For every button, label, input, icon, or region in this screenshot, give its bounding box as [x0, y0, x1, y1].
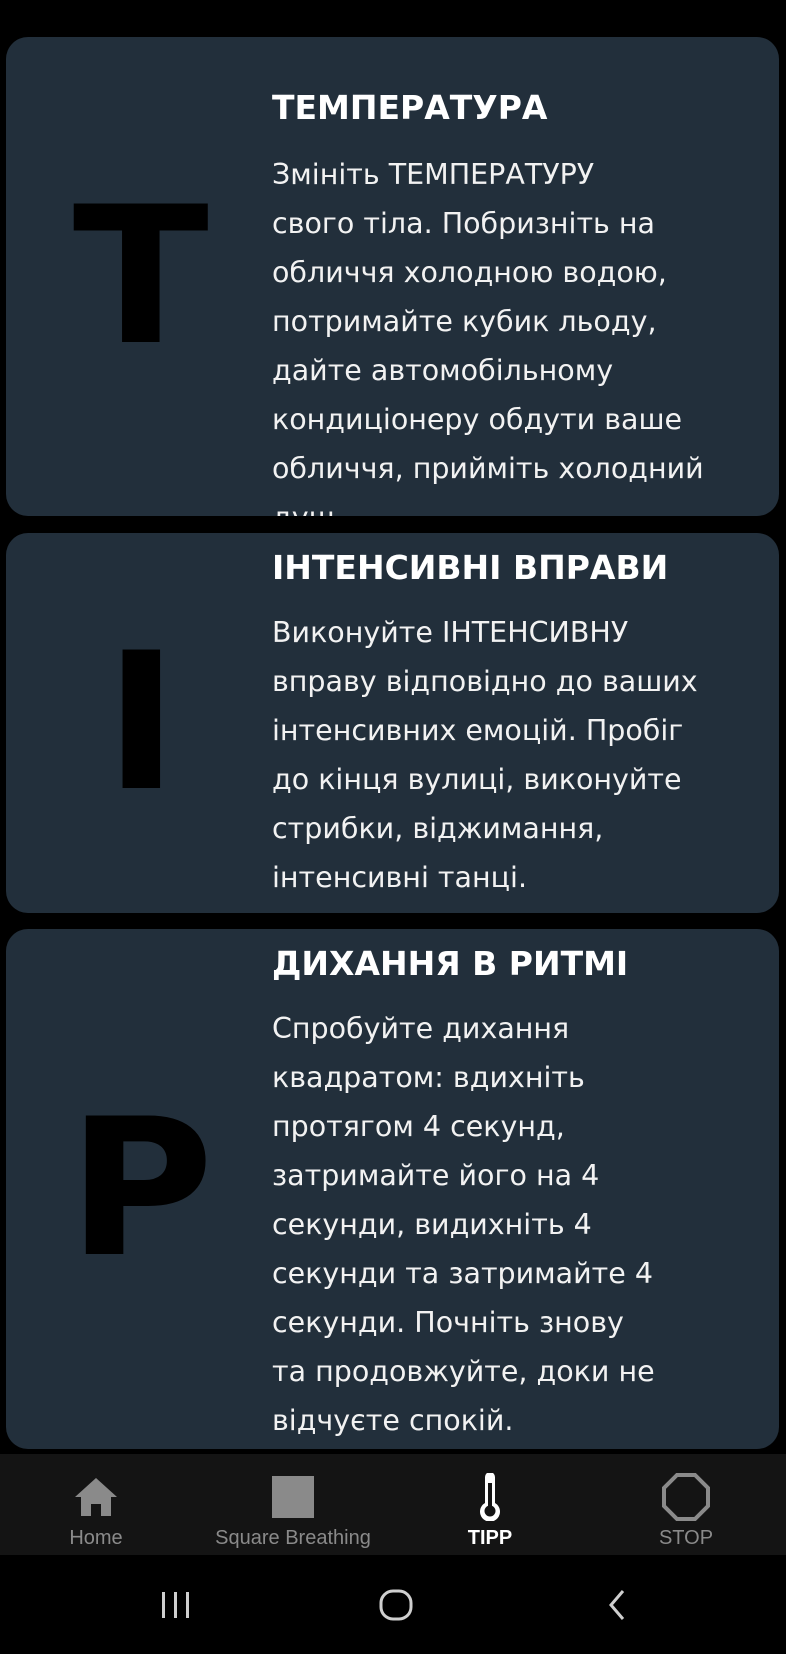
- nav-item-stop[interactable]: STOP: [636, 1454, 736, 1555]
- nav-item-tipp[interactable]: TIPP: [440, 1454, 540, 1555]
- thermometer-icon: [465, 1472, 515, 1522]
- card-letter-p: P: [67, 1078, 215, 1299]
- card-paced-breathing: P ДИХАННЯ В РИТМІ Спробуйте дихання квад…: [6, 929, 779, 1449]
- card-title-temperature: ТЕМПЕРАТУРА: [272, 88, 548, 127]
- home-circle-icon[interactable]: [366, 1580, 426, 1630]
- nav-item-home[interactable]: Home: [46, 1454, 146, 1555]
- card-intense-exercise: I ІНТЕНСИВНІ ВПРАВИ Виконуйте ІНТЕНСИВНУ…: [6, 533, 779, 913]
- card-body-paced-breathing: Спробуйте дихання квадратом: вдихніть пр…: [272, 1012, 655, 1437]
- card-temperature: T ТЕМПЕРАТУРА Змініть ТЕМПЕРАТУРУ свого …: [6, 37, 779, 516]
- card-body-intense-exercise: Виконуйте ІНТЕНСИВНУ вправу відповідно д…: [272, 616, 698, 894]
- nav-label-stop: STOP: [658, 1527, 714, 1549]
- recent-apps-icon[interactable]: [146, 1580, 206, 1630]
- nav-label-square-breathing: Square Breathing: [215, 1527, 371, 1549]
- card-title-paced-breathing: ДИХАННЯ В РИТМІ: [272, 944, 629, 983]
- octagon-icon: [661, 1472, 711, 1522]
- system-nav-bar: [0, 1555, 786, 1654]
- nav-label-home: Home: [69, 1527, 123, 1549]
- home-icon: [71, 1472, 121, 1522]
- square-icon: [268, 1472, 318, 1522]
- card-letter-i: I: [103, 612, 179, 833]
- nav-item-square-breathing[interactable]: Square Breathing: [193, 1454, 393, 1555]
- card-body-temperature: Змініть ТЕМПЕРАТУРУ свого тіла. Побризні…: [272, 158, 704, 516]
- bottom-nav: Home Square Breathing TIPP STOP: [0, 1454, 786, 1555]
- card-title-intense-exercise: ІНТЕНСИВНІ ВПРАВИ: [272, 548, 669, 587]
- back-icon[interactable]: [588, 1580, 648, 1630]
- card-letter-t: T: [72, 165, 210, 387]
- nav-label-tipp: TIPP: [467, 1527, 513, 1549]
